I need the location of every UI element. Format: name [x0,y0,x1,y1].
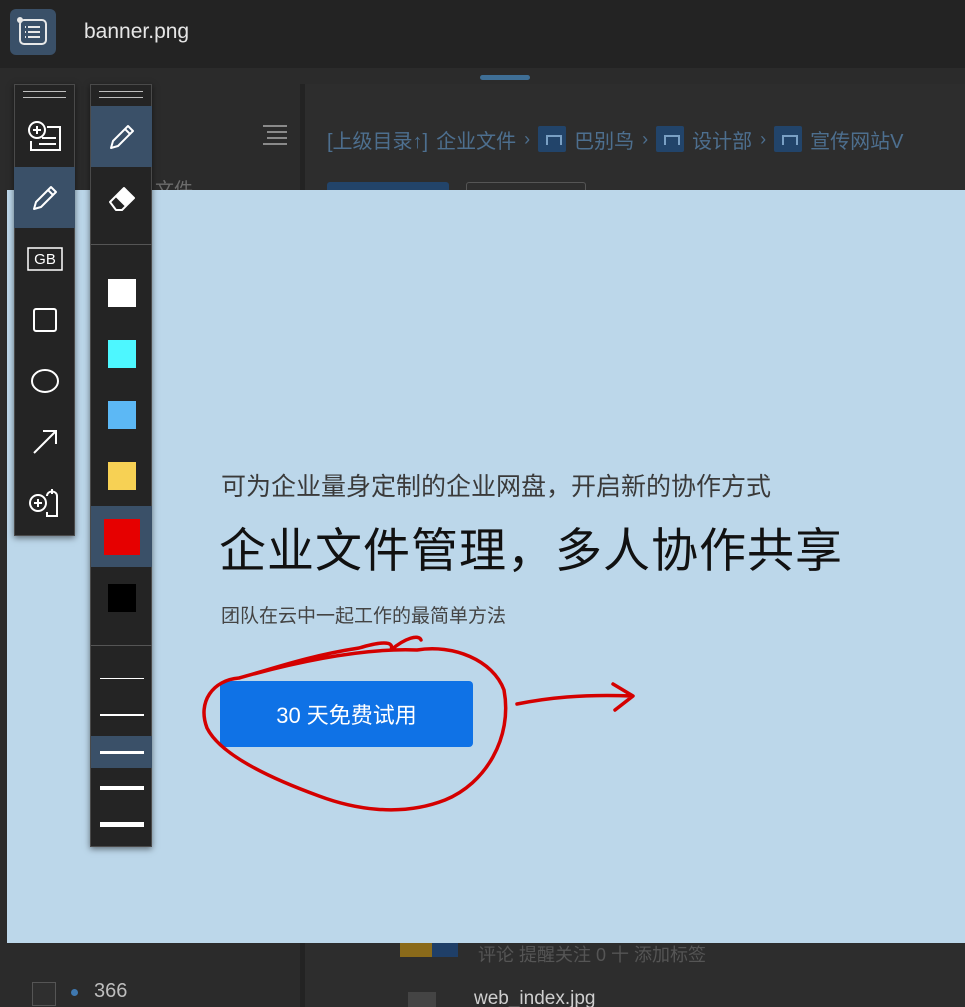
arrow-icon [32,429,57,454]
banner-title: 企业文件管理，多人协作共享 [219,524,843,577]
org-icon [538,126,567,152]
color-cyan[interactable] [91,323,152,384]
color-red[interactable] [91,506,152,567]
color-white[interactable] [91,262,152,323]
list-view-icon[interactable] [262,124,288,146]
add-sticker-tool[interactable] [14,472,75,533]
color-blue[interactable] [91,384,152,445]
add-text-icon [27,120,61,151]
line-width-5[interactable] [91,808,152,840]
arrow-tool[interactable] [14,411,75,472]
banner-tagline: 团队在云中一起工作的最简单方法 [221,606,507,627]
line-width-sample [99,750,144,754]
ellipse-tool[interactable] [14,350,75,411]
color-swatch [103,518,140,555]
pencil-mode[interactable] [91,106,152,167]
breadcrumb: [上级目录↑] 企业文件 › 巴别鸟 › 设计部 › 宣传网站V [327,124,903,154]
svg-text:GB: GB [34,251,56,268]
square-icon [32,307,57,332]
breadcrumb-separator: › [642,128,649,149]
breadcrumb-item-company-files[interactable]: 企业文件 [436,125,516,154]
breadcrumb-up[interactable]: [上级目录↑] [327,125,428,154]
row-checkbox[interactable] [32,982,56,1006]
title-bar: banner.png [0,0,965,68]
line-width-sample [99,786,144,790]
file-name[interactable]: web_index.jpg [474,988,595,1007]
color-yellow[interactable] [91,445,152,506]
tab-indicator [480,75,530,80]
color-swatch [107,583,136,612]
eraser-icon [108,186,135,211]
mosaic-tool[interactable]: GB [14,228,75,289]
breadcrumb-item-design[interactable]: 设计部 [692,125,752,154]
pencil-icon [109,124,134,149]
gb-icon: GB [26,246,63,271]
rectangle-tool[interactable] [14,289,75,350]
file-count: 366 [94,980,128,1002]
color-black[interactable] [91,567,152,628]
toolbar-divider [91,244,152,245]
line-width-sample [99,714,144,716]
line-width-3[interactable] [91,736,152,768]
breadcrumb-separator: › [760,128,767,149]
color-swatch [107,278,136,307]
line-width-2[interactable] [91,699,152,731]
pen-tool[interactable] [14,167,75,228]
circle-icon [30,368,59,393]
free-trial-button[interactable]: 30 天免费试用 [220,681,473,747]
org-icon [656,126,685,152]
breadcrumb-separator: › [524,128,531,149]
line-width-4[interactable] [91,772,152,804]
status-dot [71,989,78,996]
file-thumbnail-badge [432,943,458,957]
annotation-arrow [515,682,635,712]
breadcrumb-item-babel[interactable]: 巴别鸟 [574,125,634,154]
pencil-icon [32,185,57,210]
breadcrumb-item-website[interactable]: 宣传网站V [810,125,903,154]
add-text-tool[interactable] [14,106,75,167]
toolbar-drag-handle[interactable] [91,85,151,105]
banner-subtitle: 可为企业量身定制的企业网盘，开启新的协作方式 [221,473,772,501]
share-icon [774,126,803,152]
line-width-1[interactable] [91,662,152,694]
color-swatch [107,461,136,490]
toolbar-drag-handle[interactable] [15,85,74,105]
color-swatch [107,400,136,429]
image-viewer: 文件 [上级目录↑] 企业文件 › 巴别鸟 › 设计部 › 宣传网站V 评论 提… [0,0,965,1007]
color-swatch [107,339,136,368]
add-bubble-icon [28,488,58,517]
toolbar-divider [91,645,152,646]
eraser-mode[interactable] [91,167,152,228]
line-width-sample [99,677,144,679]
menu-list-icon[interactable] [10,9,56,55]
window-title: banner.png [84,20,190,43]
image-file-icon [408,992,436,1007]
row-actions[interactable]: 评论 提醒关注 0 十 添加标签 [478,941,706,967]
line-width-sample [99,821,144,827]
